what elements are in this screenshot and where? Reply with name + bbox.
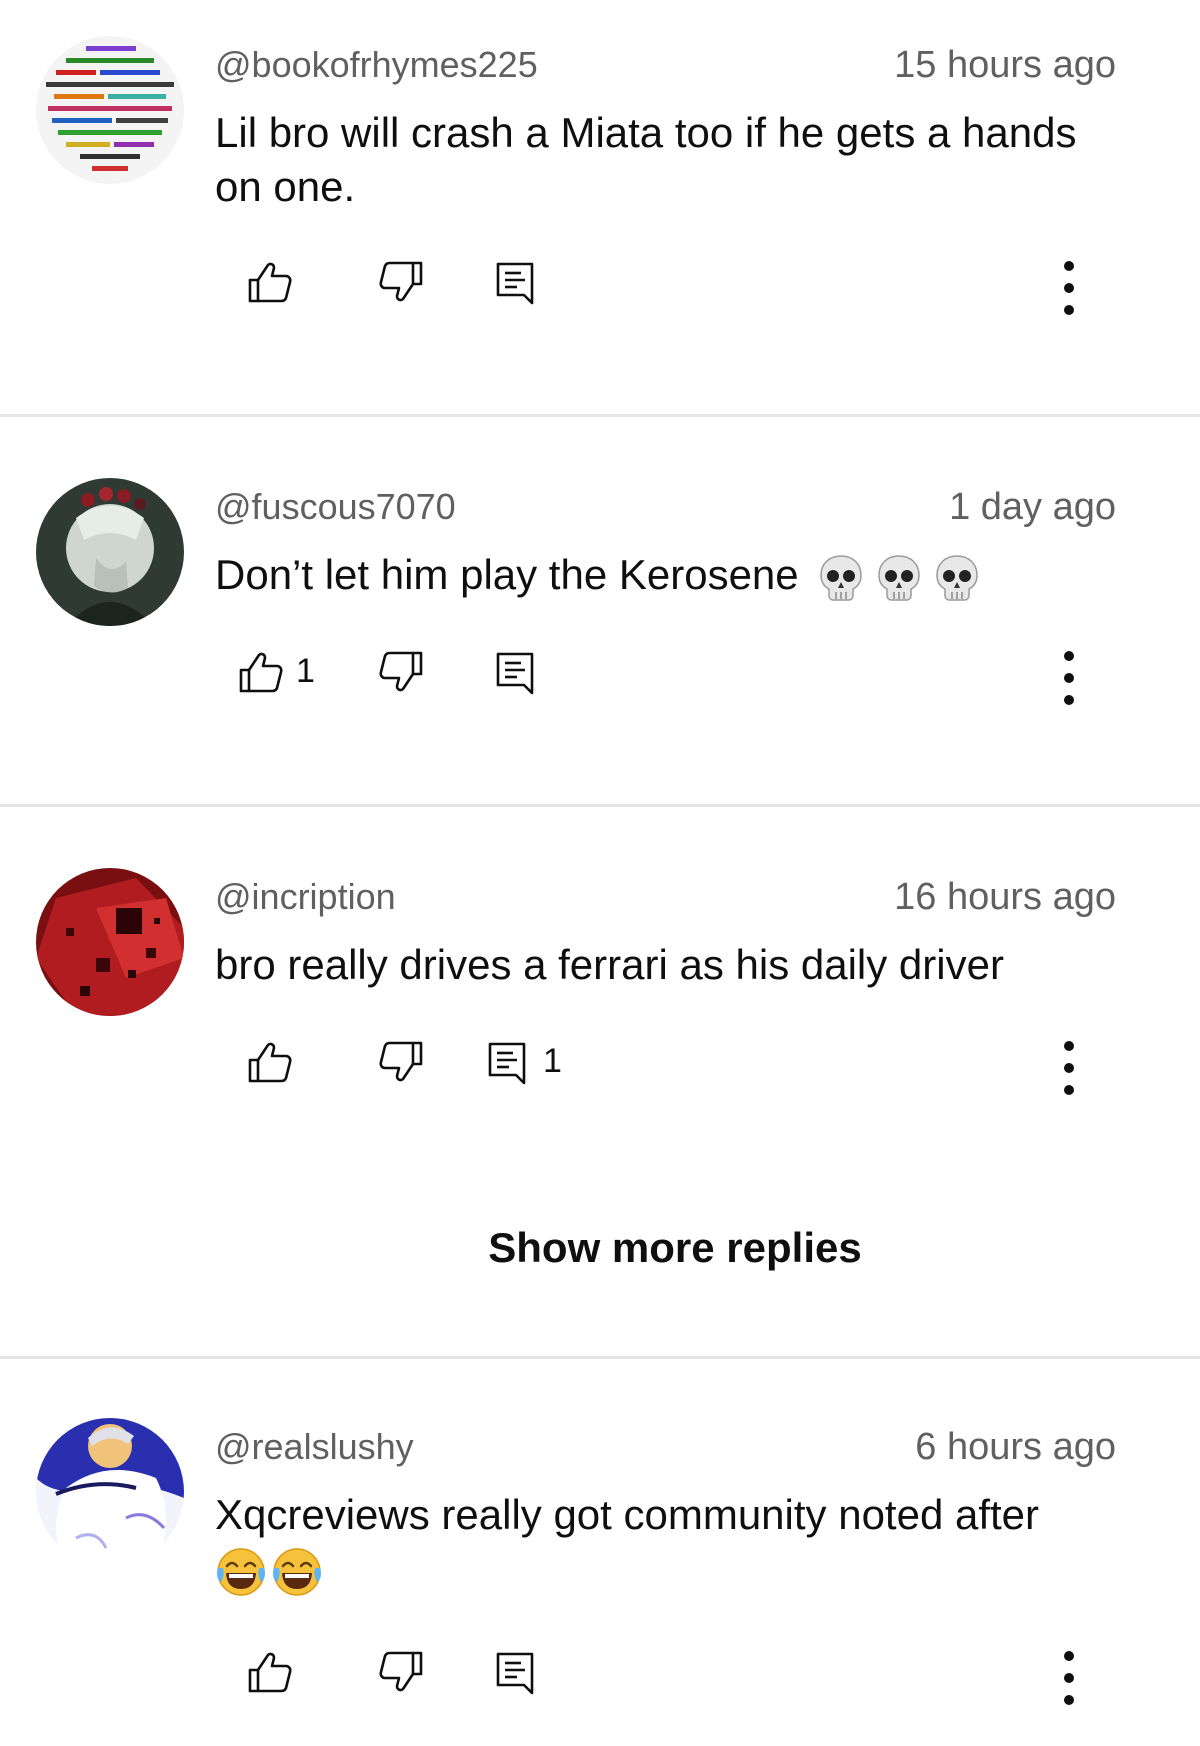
- comment-text: Xqcreviews really got community noted af…: [215, 1488, 1115, 1598]
- more-vertical-icon: [1050, 1648, 1088, 1708]
- comment-timestamp: 16 hours ago: [894, 876, 1116, 918]
- reply-button[interactable]: [483, 1038, 531, 1086]
- reply-icon: [491, 1648, 539, 1696]
- comment-author[interactable]: @fuscous7070: [215, 486, 456, 528]
- comment-actions: [0, 1648, 1200, 1708]
- comment-timestamp: 1 day ago: [949, 486, 1116, 528]
- comment-actions: 1: [0, 1038, 1200, 1098]
- avatar[interactable]: [36, 36, 184, 184]
- comment-text-content: Xqcreviews really got community noted af…: [215, 1491, 1040, 1538]
- show-more-replies-button[interactable]: Show more replies: [0, 1224, 1200, 1272]
- comment-timestamp: 15 hours ago: [894, 44, 1116, 86]
- comment-actions: [0, 258, 1200, 318]
- divider: [0, 414, 1200, 417]
- thumbs-down-icon: [377, 258, 425, 306]
- more-vertical-icon: [1050, 258, 1088, 318]
- comment-text: Lil bro will crash a Miata too if he get…: [215, 109, 1077, 210]
- dislike-button[interactable]: [377, 258, 425, 306]
- dislike-button[interactable]: [377, 1648, 425, 1696]
- divider: [0, 804, 1200, 807]
- comment-text: Don’t let him play the Kerosene: [215, 548, 1115, 604]
- comment-text: bro really drives a ferrari as his daily…: [215, 941, 1004, 988]
- like-button[interactable]: [246, 1038, 294, 1086]
- comment-text-content: Don’t let him play the Kerosene: [215, 551, 799, 598]
- thumbs-up-icon: [246, 1038, 294, 1086]
- more-options-button[interactable]: [1050, 648, 1088, 708]
- reply-button[interactable]: [491, 1648, 539, 1696]
- avatar[interactable]: [36, 1418, 184, 1566]
- dislike-button[interactable]: [377, 1038, 425, 1086]
- divider: [0, 1356, 1200, 1359]
- reply-button[interactable]: [491, 648, 539, 696]
- comment-timestamp: 6 hours ago: [915, 1426, 1116, 1468]
- like-button[interactable]: [237, 648, 285, 696]
- more-options-button[interactable]: [1050, 1648, 1088, 1708]
- like-button[interactable]: [246, 258, 294, 306]
- thumbs-up-icon: [246, 258, 294, 306]
- comment-author[interactable]: @incription: [215, 876, 396, 918]
- thumbs-down-icon: [377, 1648, 425, 1696]
- reply-icon: [483, 1038, 531, 1086]
- avatar[interactable]: [36, 478, 184, 626]
- tears-of-joy-emoji: [215, 1545, 323, 1592]
- reply-icon: [491, 258, 539, 306]
- thumbs-up-icon: [237, 648, 285, 696]
- reply-count: 1: [543, 1042, 562, 1080]
- thumbs-up-icon: [246, 1648, 294, 1696]
- avatar[interactable]: [36, 868, 184, 1016]
- like-count: 1: [296, 652, 315, 690]
- comment-actions: 1: [0, 648, 1200, 708]
- more-options-button[interactable]: [1050, 1038, 1088, 1098]
- more-vertical-icon: [1050, 1038, 1088, 1098]
- reply-button[interactable]: [491, 258, 539, 306]
- dislike-button[interactable]: [377, 648, 425, 696]
- reply-icon: [491, 648, 539, 696]
- comment-author[interactable]: @bookofrhymes225: [215, 44, 538, 86]
- more-vertical-icon: [1050, 648, 1088, 708]
- like-button[interactable]: [246, 1648, 294, 1696]
- skull-emoji: [809, 551, 983, 598]
- more-options-button[interactable]: [1050, 258, 1088, 318]
- comment-author[interactable]: @realslushy: [215, 1426, 414, 1468]
- thumbs-down-icon: [377, 648, 425, 696]
- thumbs-down-icon: [377, 1038, 425, 1086]
